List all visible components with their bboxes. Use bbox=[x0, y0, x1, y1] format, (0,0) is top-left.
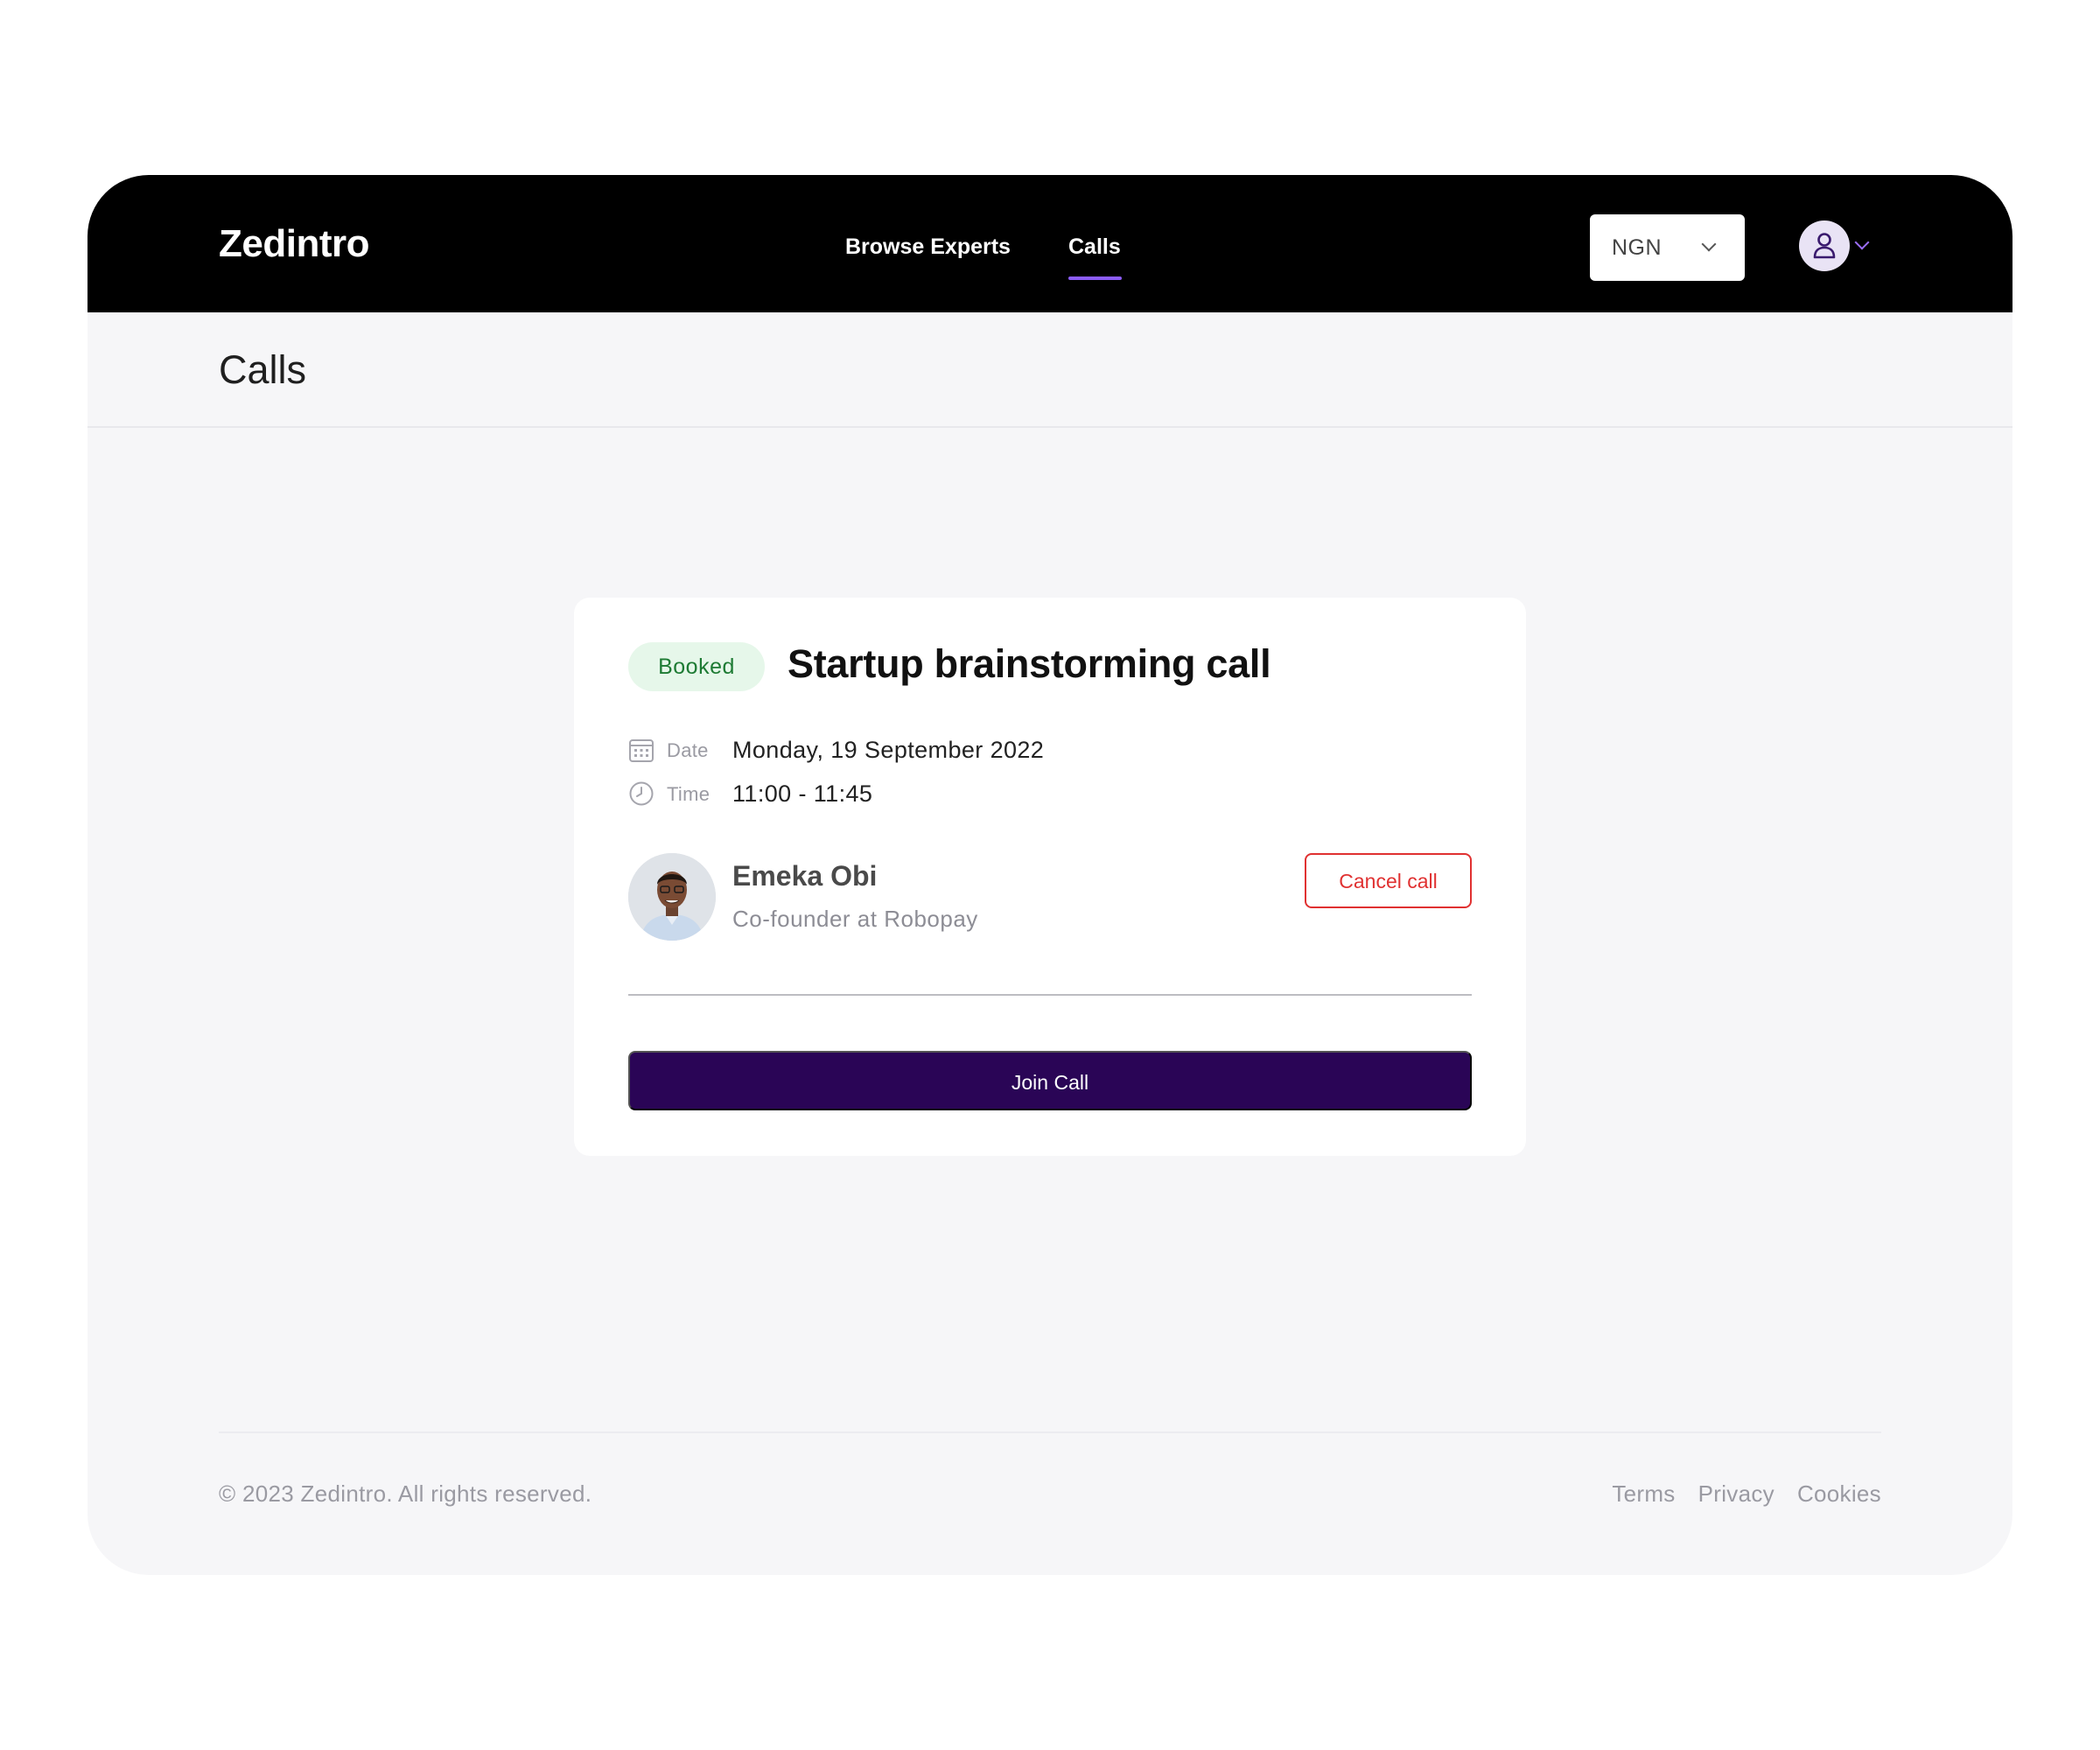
call-title: Startup brainstorming call bbox=[788, 641, 1271, 686]
page-title: Calls bbox=[219, 347, 307, 392]
divider bbox=[628, 994, 1472, 996]
date-label: Date bbox=[667, 739, 709, 761]
expert-photo bbox=[628, 853, 716, 941]
time-label: Time bbox=[667, 783, 710, 805]
footer-links: Terms Privacy Cookies bbox=[1612, 1480, 1881, 1508]
cancel-call-button[interactable]: Cancel call bbox=[1305, 853, 1472, 908]
expert-name[interactable]: Emeka Obi bbox=[732, 860, 877, 892]
user-menu-button[interactable] bbox=[1799, 220, 1850, 271]
footer-divider bbox=[219, 1432, 1881, 1433]
app-logo[interactable]: Zedintro bbox=[219, 222, 369, 266]
time-value: 11:00 - 11:45 bbox=[732, 780, 873, 807]
call-card: Booked Startup brainstorming call Date M… bbox=[574, 598, 1526, 1156]
footer-link-terms[interactable]: Terms bbox=[1612, 1480, 1675, 1508]
join-call-button[interactable]: Join Call bbox=[628, 1051, 1472, 1110]
expert-role: Co-founder at Robopay bbox=[732, 906, 978, 932]
active-nav-indicator bbox=[1068, 276, 1122, 280]
calendar-icon bbox=[629, 739, 654, 762]
chevron-down-icon bbox=[1701, 236, 1717, 252]
nav-link-calls[interactable]: Calls bbox=[1068, 234, 1121, 260]
chevron-down-icon[interactable] bbox=[1854, 234, 1870, 250]
nav-link-browse-experts[interactable]: Browse Experts bbox=[845, 234, 1011, 260]
clock-icon bbox=[629, 781, 654, 806]
copyright-text: © 2023 Zedintro. All rights reserved. bbox=[219, 1480, 592, 1507]
footer-link-cookies[interactable]: Cookies bbox=[1797, 1480, 1881, 1508]
currency-select[interactable]: NGN bbox=[1590, 214, 1745, 281]
currency-value: NGN bbox=[1612, 235, 1662, 260]
divider bbox=[88, 426, 2012, 428]
user-icon bbox=[1813, 233, 1836, 259]
expert-avatar bbox=[628, 853, 716, 941]
status-badge: Booked bbox=[628, 642, 765, 691]
footer-link-privacy[interactable]: Privacy bbox=[1698, 1480, 1774, 1508]
date-value: Monday, 19 September 2022 bbox=[732, 737, 1045, 763]
app-window: Zedintro Browse Experts Calls NGN Calls … bbox=[88, 175, 2012, 1575]
top-navbar: Zedintro Browse Experts Calls NGN bbox=[88, 175, 2012, 312]
